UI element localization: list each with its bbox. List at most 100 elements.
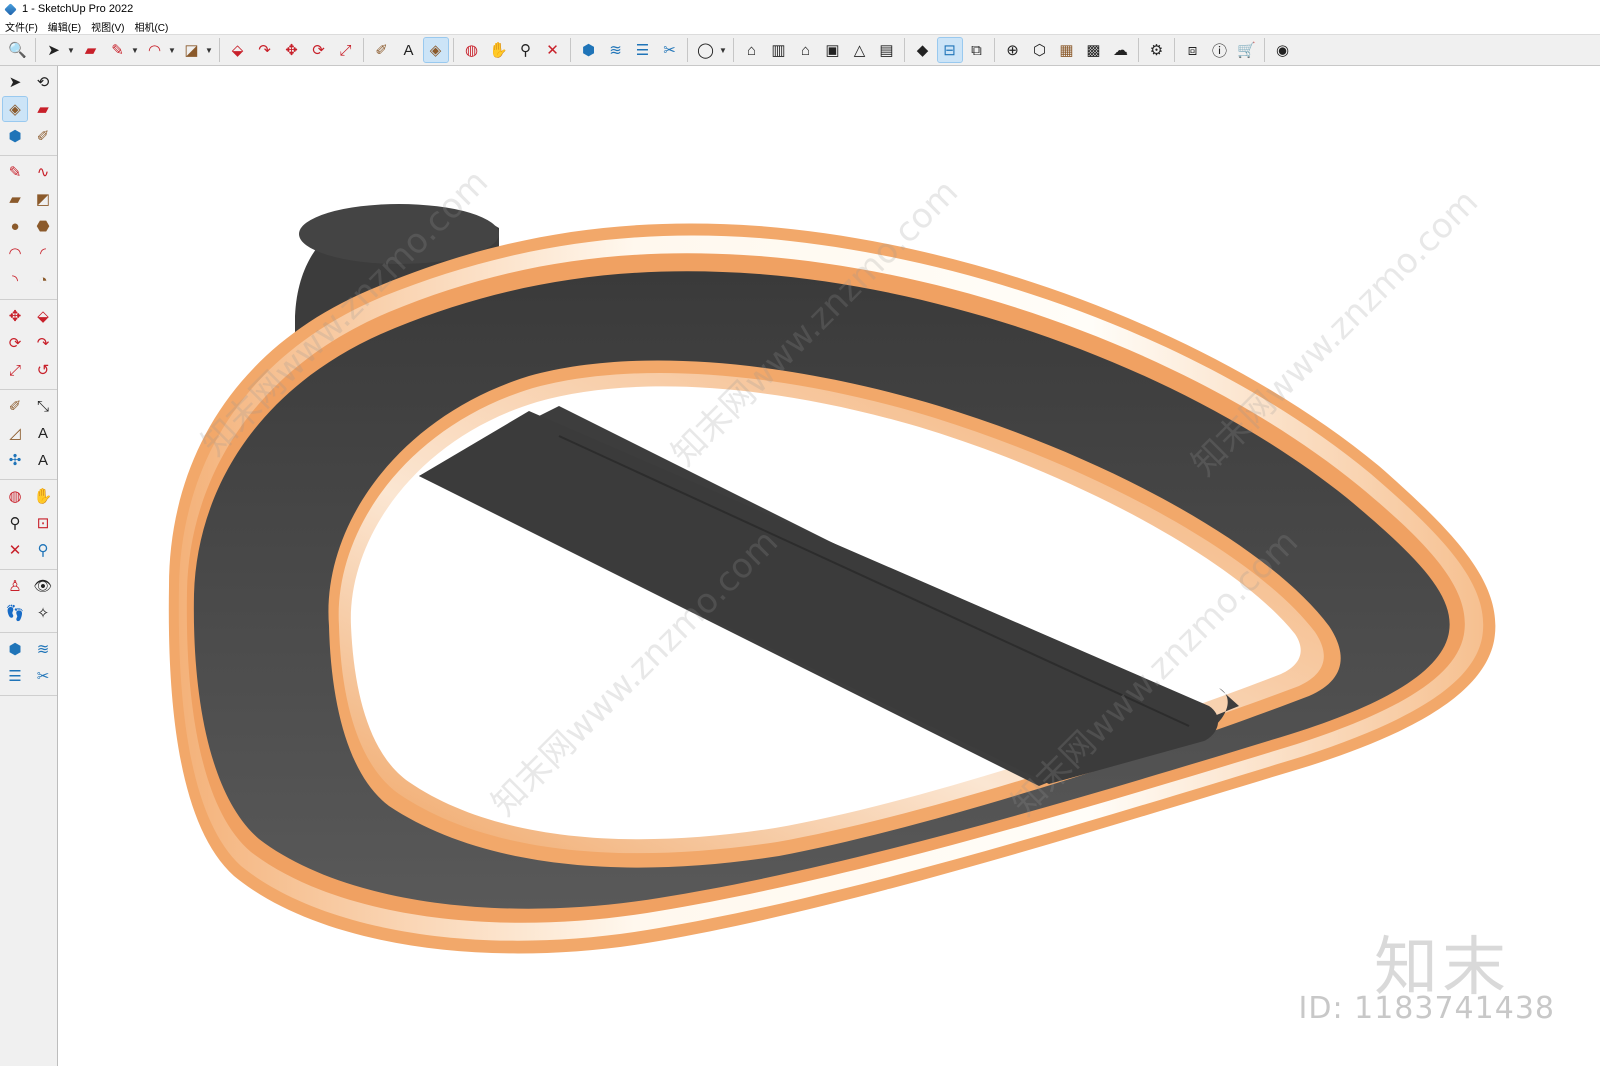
follow-me-icon[interactable]: ↷ — [253, 38, 277, 62]
two-point-arc-icon[interactable]: ◜ — [31, 241, 55, 265]
dimension-icon[interactable]: ⤡ — [31, 394, 55, 418]
layers-icon[interactable]: ☰ — [3, 664, 27, 688]
zoom-icon[interactable]: 🔍 — [6, 38, 30, 62]
push-pull-icon[interactable]: ⬙ — [31, 304, 55, 328]
house-icon[interactable]: ⌂ — [740, 38, 764, 62]
toolbar-separator — [570, 38, 571, 62]
move-icon[interactable]: ✥ — [280, 38, 304, 62]
freehand-icon[interactable]: ∿ — [31, 160, 55, 184]
toolbar-separator — [994, 38, 995, 62]
home-outline-icon[interactable]: △ — [848, 38, 872, 62]
component-icon[interactable]: ⬢ — [3, 124, 27, 148]
menu-edit[interactable]: 编辑(E) — [43, 19, 86, 34]
offset-icon[interactable]: ↺ — [31, 358, 55, 382]
push-pull-icon[interactable]: ⬙ — [226, 38, 250, 62]
eraser-icon[interactable]: ▰ — [31, 97, 55, 121]
arc-icon[interactable]: ◠ — [3, 241, 27, 265]
rotate-icon[interactable]: ⟳ — [3, 331, 27, 355]
select-icon[interactable]: ➤ — [42, 38, 66, 62]
solid-tools-icon[interactable]: ◆ — [911, 38, 935, 62]
chevron-down-icon[interactable]: ▼ — [67, 46, 75, 55]
zoom-icon[interactable]: ⚲ — [3, 511, 27, 535]
orbit-icon[interactable]: ◍ — [3, 484, 27, 508]
account-icon[interactable]: ◯ — [694, 38, 718, 62]
text-icon[interactable]: A — [397, 38, 421, 62]
styles-icon[interactable]: ⬡ — [1028, 38, 1052, 62]
settings-icon[interactable]: ⚙ — [1145, 38, 1169, 62]
chevron-down-icon[interactable]: ▼ — [131, 46, 139, 55]
circle-icon[interactable]: ● — [3, 214, 27, 238]
pie-icon[interactable]: ◔ — [31, 268, 55, 292]
rotated-rectangle-icon[interactable]: ◩ — [31, 187, 55, 211]
polygon-icon[interactable]: ⬣ — [31, 214, 55, 238]
rectangle-icon[interactable]: ▰ — [3, 187, 27, 211]
sandbox-icon[interactable]: ≋ — [604, 38, 628, 62]
look-around-icon[interactable]: 👁 — [31, 574, 55, 598]
pan-icon[interactable]: ✋ — [487, 38, 511, 62]
box-icon[interactable]: ▣ — [821, 38, 845, 62]
tape-measure-icon[interactable]: ✐ — [370, 38, 394, 62]
window-title: 1 - SketchUp Pro 2022 — [22, 3, 134, 15]
arc-icon[interactable]: ◠ — [143, 38, 167, 62]
chevron-down-icon[interactable]: ▼ — [719, 46, 727, 55]
chevron-down-icon[interactable]: ▼ — [168, 46, 176, 55]
tag-icon[interactable]: ✐ — [31, 124, 55, 148]
model-viewport[interactable]: 知末网www.znzmo.com 知末网www.znzmo.com 知末网www… — [59, 66, 1600, 1066]
shape-icon[interactable]: ◪ — [180, 38, 204, 62]
tool-group-edit: ✥ ⬙ ⟳ ↷ ⤢ ↺ — [0, 300, 57, 390]
section-icon[interactable]: ⧈ — [1181, 38, 1205, 62]
protractor-icon[interactable]: ◿ — [3, 421, 27, 445]
layers-icon[interactable]: ☰ — [631, 38, 655, 62]
menu-view[interactable]: 视图(V) — [86, 19, 129, 34]
warehouse-icon[interactable]: ⬢ — [577, 38, 601, 62]
building-icon[interactable]: ▥ — [767, 38, 791, 62]
walk-icon[interactable]: 👣 — [3, 601, 27, 625]
section-plane-icon[interactable]: ✧ — [31, 601, 55, 625]
rotate-icon[interactable]: ⟳ — [307, 38, 331, 62]
select-icon[interactable]: ➤ — [3, 70, 27, 94]
outer-shell-icon[interactable]: ⊟ — [936, 37, 963, 63]
orbit-icon[interactable]: ◍ — [460, 38, 484, 62]
zoom-window-icon[interactable]: ⊡ — [31, 511, 55, 535]
line-icon[interactable]: ✎ — [3, 160, 27, 184]
user-icon[interactable]: ◉ — [1271, 38, 1295, 62]
move-icon[interactable]: ✥ — [3, 304, 27, 328]
add-location-icon[interactable]: ⊕ — [1001, 38, 1025, 62]
home-icon[interactable]: ⌂ — [794, 38, 818, 62]
position-camera-icon[interactable]: ♙ — [3, 574, 27, 598]
cloud-icon[interactable]: ☁ — [1109, 38, 1133, 62]
menu-camera[interactable]: 相机(C) — [129, 19, 173, 34]
menu-bar: 文件(F) 编辑(E) 视图(V) 相机(C) — [0, 18, 1600, 34]
info-icon[interactable]: ⓘ — [1208, 38, 1232, 62]
menu-file[interactable]: 文件(F) — [0, 19, 43, 34]
garage-icon[interactable]: ▤ — [875, 38, 899, 62]
sandbox-icon[interactable]: ≋ — [31, 637, 55, 661]
eraser-icon[interactable]: ▰ — [79, 38, 103, 62]
lasso-icon[interactable]: ⟲ — [31, 70, 55, 94]
scale-icon[interactable]: ⤢ — [3, 358, 27, 382]
3d-text-icon[interactable]: A — [31, 448, 55, 472]
axes-icon[interactable]: ✣ — [3, 448, 27, 472]
three-point-arc-icon[interactable]: ◝ — [3, 268, 27, 292]
pan-icon[interactable]: ✋ — [31, 484, 55, 508]
scenes-icon[interactable]: ✂ — [31, 664, 55, 688]
zoom-extents-icon[interactable]: ✕ — [3, 538, 27, 562]
toolbar-separator — [219, 38, 220, 62]
text-icon[interactable]: A — [31, 421, 55, 445]
xray-icon[interactable]: ▩ — [1082, 38, 1106, 62]
zoom-window-icon[interactable]: ⚲ — [514, 38, 538, 62]
cart-icon[interactable]: 🛒 — [1235, 38, 1259, 62]
line-icon[interactable]: ✎ — [106, 38, 130, 62]
tape-measure-icon[interactable]: ✐ — [3, 394, 27, 418]
zoom-extents-icon[interactable]: ✕ — [541, 38, 565, 62]
previous-view-icon[interactable]: ⚲ — [31, 538, 55, 562]
scenes-icon[interactable]: ✂ — [658, 38, 682, 62]
warehouse-icon[interactable]: ⬢ — [3, 637, 27, 661]
materials-icon[interactable]: ▦ — [1055, 38, 1079, 62]
scale-icon[interactable]: ⤢ — [334, 38, 358, 62]
intersect-icon[interactable]: ⧉ — [965, 38, 989, 62]
paint-bucket-icon[interactable]: ◈ — [422, 37, 449, 63]
chevron-down-icon[interactable]: ▼ — [205, 46, 213, 55]
paint-bucket-icon[interactable]: ◈ — [2, 96, 28, 122]
follow-me-icon[interactable]: ↷ — [31, 331, 55, 355]
